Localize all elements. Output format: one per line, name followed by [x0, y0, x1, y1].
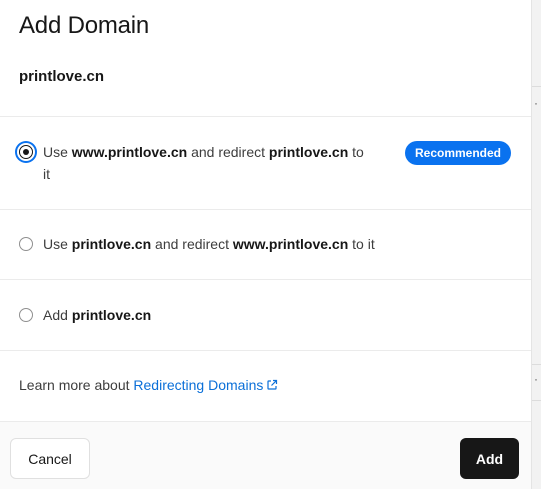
background-divider [532, 364, 541, 365]
link-label[interactable]: Redirecting Domains [133, 377, 263, 393]
domain-name: printlove.cn [19, 68, 105, 85]
option-redirect-to-apex[interactable]: Use printlove.cn and redirect www.printl… [0, 210, 531, 280]
dialog-footer: Cancel Add [0, 421, 531, 489]
recommended-badge: Recommended [405, 141, 511, 165]
add-domain-dialog: Add Domain printlove.cn Use www.printlov… [0, 0, 531, 489]
redirecting-domains-link[interactable]: Redirecting Domains [133, 377, 278, 393]
radio-button-selected[interactable] [19, 145, 33, 159]
option-primary-domain: www.printlove.cn [71, 144, 188, 160]
option-secondary-domain: www.printlove.cn [232, 236, 349, 252]
learn-more-text: Learn more about Redirecting Domains [19, 377, 278, 393]
dialog-title: Add Domain [19, 12, 150, 39]
option-add-apex-only[interactable]: Add printlove.cn [0, 280, 531, 351]
option-text: Use [43, 236, 72, 252]
external-link-icon [267, 379, 278, 390]
option-text: to it [348, 236, 375, 252]
option-primary-domain: printlove.cn [71, 307, 152, 323]
add-button[interactable]: Add [460, 438, 519, 479]
option-primary-domain: printlove.cn [71, 236, 152, 252]
radio-button[interactable] [19, 308, 33, 322]
learn-more-prefix: Learn more about [19, 377, 134, 393]
option-text: Add [43, 307, 72, 323]
option-secondary-domain: printlove.cn [268, 144, 349, 160]
option-text: it [43, 166, 50, 182]
option-label: Use www.printlove.cn and redirect printl… [43, 141, 383, 185]
option-text: to [348, 144, 364, 160]
option-text: and redirect [151, 236, 233, 252]
cancel-button[interactable]: Cancel [10, 438, 90, 479]
option-label: Add printlove.cn [43, 304, 151, 326]
background-text-fragment: · [534, 96, 538, 110]
option-text: and redirect [187, 144, 269, 160]
radio-button[interactable] [19, 237, 33, 251]
background-page: · · [531, 0, 541, 489]
option-label: Use printlove.cn and redirect www.printl… [43, 233, 375, 255]
background-divider [532, 400, 541, 401]
background-divider [532, 86, 541, 87]
option-text: Use [43, 144, 72, 160]
background-text-fragment: · [534, 372, 538, 386]
